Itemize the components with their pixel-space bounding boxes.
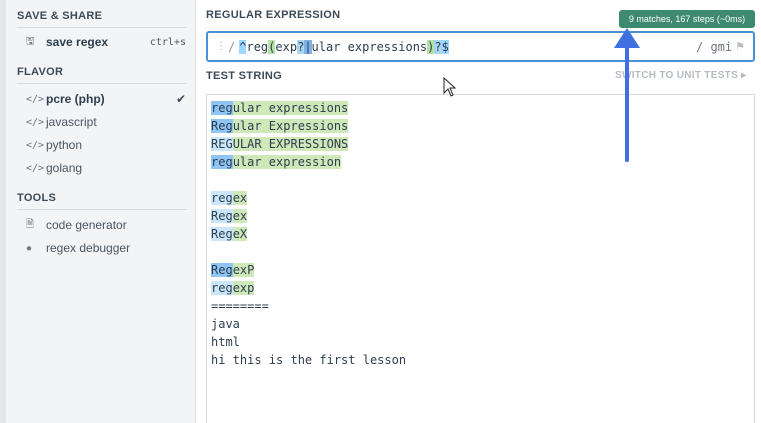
text-segment: html <box>211 335 240 349</box>
test-string-editor[interactable]: regular expressions Regular Expressions RE… <box>206 94 755 423</box>
flavor-item-golang[interactable]: </> golang <box>26 158 186 178</box>
flavor-label: python <box>46 138 83 152</box>
test-string-line: html <box>211 333 750 351</box>
regex-token: | <box>304 39 312 54</box>
match-segment: ular expression <box>232 155 342 169</box>
test-string-line <box>211 243 750 261</box>
match-segment: reg <box>211 191 233 205</box>
regex-token: ular expressions <box>311 39 428 54</box>
test-string-line: REGULAR EXPRESSIONS <box>211 135 750 153</box>
switch-label: SWITCH TO UNIT TESTS <box>615 70 739 81</box>
regex-input[interactable]: ^reg(exp?|ular expressions)?$ <box>239 39 449 54</box>
match-segment: ex <box>232 191 248 205</box>
match-segment: exp <box>232 281 255 295</box>
save-regex-button[interactable]: 🖫 save regex ctrl+s <box>26 32 186 52</box>
flag-icon[interactable]: ⚑ <box>735 40 745 53</box>
flavor-item-pcre[interactable]: </> pcre (php) ✔ <box>26 89 186 109</box>
match-segment: ular expressions <box>232 101 349 115</box>
test-string-line: ======== <box>211 297 750 315</box>
test-string-line: regex <box>211 189 750 207</box>
match-segment: Reg <box>211 227 233 241</box>
match-info-badge: 9 matches, 167 steps (~0ms) <box>619 10 755 28</box>
test-string-line: regular expression <box>211 153 750 171</box>
match-segment: exP <box>232 263 255 277</box>
regex-token: reg <box>246 39 269 54</box>
document-icon: 🗎 <box>26 218 35 230</box>
test-string-line: RegexP <box>211 261 750 279</box>
divider <box>17 209 187 210</box>
save-icon: 🖫 <box>26 35 35 47</box>
save-share-heading: SAVE & SHARE <box>17 10 103 22</box>
match-segment: Reg <box>211 263 233 277</box>
regex-token: exp <box>275 39 298 54</box>
regex-delimiter: / <box>228 39 236 54</box>
tool-label: code generator <box>46 218 127 232</box>
test-string-line: hi this is the first lesson <box>211 351 750 369</box>
text-segment: java <box>211 317 240 331</box>
save-regex-label: save regex <box>46 35 109 49</box>
match-segment: reg <box>211 101 233 115</box>
regex-heading: REGULAR EXPRESSION <box>206 9 341 21</box>
drag-handle-icon[interactable]: ⋮ <box>216 41 226 52</box>
bug-icon: ✹ <box>26 242 33 254</box>
test-string-line: Regular Expressions <box>211 117 750 135</box>
chevron-right-icon: ▸ <box>741 70 747 81</box>
divider <box>17 83 187 84</box>
switch-to-unit-tests-link[interactable]: SWITCH TO UNIT TESTS ▸ <box>615 70 746 81</box>
flavor-item-python[interactable]: </> python <box>26 135 186 155</box>
divider <box>17 27 187 28</box>
text-segment: hi this is the first lesson <box>211 353 407 367</box>
code-generator-button[interactable]: 🗎 code generator <box>26 215 186 235</box>
test-string-line: java <box>211 315 750 333</box>
code-icon: </> <box>26 162 45 174</box>
flavor-heading: FLAVOR <box>17 66 64 78</box>
regex-debugger-button[interactable]: ✹ regex debugger <box>26 238 186 258</box>
test-string-line <box>211 171 750 189</box>
regex-token: ? <box>434 39 442 54</box>
text-segment: ======== <box>211 299 269 313</box>
sidebar-edge <box>0 0 6 423</box>
flavor-label: pcre (php) <box>46 92 105 106</box>
match-segment: eX <box>232 227 248 241</box>
match-segment: ular Expressions <box>232 119 349 133</box>
match-segment: reg <box>211 155 233 169</box>
code-icon: </> <box>26 139 45 151</box>
save-shortcut: ctrl+s <box>149 36 186 48</box>
code-icon: </> <box>26 93 45 105</box>
match-segment: Reg <box>211 119 233 133</box>
test-string-line: RegeX <box>211 225 750 243</box>
match-segment: ULAR EXPRESSIONS <box>232 137 349 151</box>
tools-heading: TOOLS <box>17 192 57 204</box>
match-segment: Reg <box>211 209 233 223</box>
checkmark-icon: ✔ <box>175 92 186 106</box>
flavor-label: javascript <box>46 115 97 129</box>
test-string-line: Regex <box>211 207 750 225</box>
match-segment: reg <box>211 281 233 295</box>
flavor-item-javascript[interactable]: </> javascript <box>26 112 186 132</box>
flavor-label: golang <box>46 161 83 175</box>
code-icon: </> <box>26 116 45 128</box>
regex-flags[interactable]: / gmi <box>696 40 732 54</box>
regex-token: $ <box>441 39 449 54</box>
match-segment: ex <box>232 209 248 223</box>
sidebar: SAVE & SHARE 🖫 save regex ctrl+s FLAVOR … <box>0 0 196 423</box>
match-segment: REG <box>211 137 233 151</box>
regex-field[interactable]: ⋮ / ^reg(exp?|ular expressions)?$ / gmi … <box>206 31 755 62</box>
test-string-line: regexp <box>211 279 750 297</box>
test-string-line: regular expressions <box>211 99 750 117</box>
test-string-heading: TEST STRING <box>206 70 283 82</box>
tool-label: regex debugger <box>46 241 131 255</box>
